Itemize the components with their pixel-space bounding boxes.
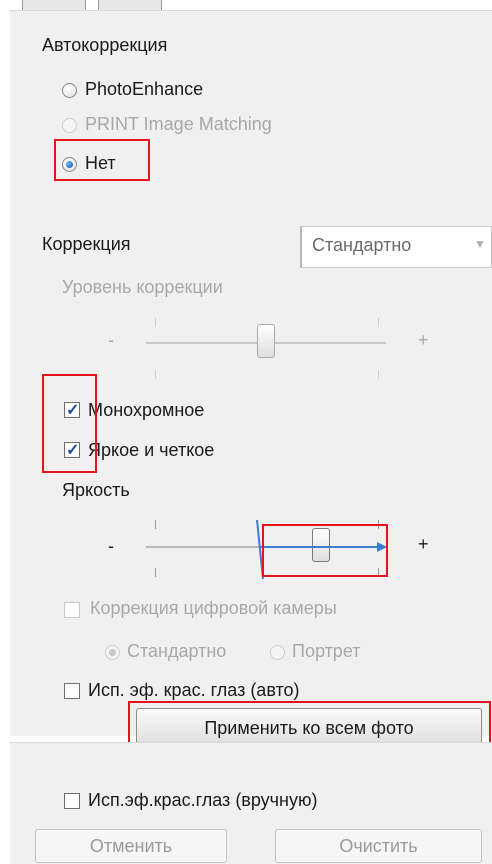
correction-level-slider-thumb[interactable] <box>257 324 275 358</box>
radio-photoenhance[interactable] <box>62 83 77 98</box>
radio-camera-portrait <box>270 645 285 660</box>
radio-camera-standard <box>105 645 120 660</box>
correction-select-value: Стандартно <box>312 235 412 255</box>
correction-level-plus: + <box>418 330 429 350</box>
correction-level-minus: - <box>108 330 114 350</box>
brightness-tick-left-top <box>155 520 156 529</box>
brightness-label: Яркость <box>62 480 130 500</box>
highlight-radio-none <box>54 139 150 181</box>
radio-photoenhance-label[interactable]: PhotoEnhance <box>85 79 203 100</box>
digital-camera-label: Коррекция цифровой камеры <box>90 598 337 618</box>
brightness-plus: + <box>418 534 429 554</box>
chevron-down-icon: ▼ <box>474 237 486 251</box>
autocorrection-heading: Автокоррекция <box>42 35 168 55</box>
cancel-button: Отменить <box>35 829 227 863</box>
radio-camera-portrait-label: Портрет <box>292 641 361 661</box>
highlight-brightness-slider <box>262 524 388 577</box>
level-tick-left-top <box>155 318 156 327</box>
level-tick-right-bottom <box>378 370 379 379</box>
highlight-checkboxes <box>42 374 97 473</box>
level-tick-left-bottom <box>155 370 156 379</box>
monochrome-label[interactable]: Монохромное <box>88 400 204 421</box>
level-tick-right-top <box>378 318 379 327</box>
brightness-tick-left-bottom <box>155 568 156 577</box>
digital-camera-checkbox <box>64 602 80 618</box>
radio-camera-standard-label: Стандартно <box>127 641 227 661</box>
red-eye-auto-checkbox[interactable] <box>64 683 80 699</box>
red-eye-manual-checkbox[interactable] <box>64 793 80 809</box>
radio-print-image-matching-label: PRINT Image Matching <box>85 114 272 134</box>
red-eye-auto-label[interactable]: Исп. эф. крас. глаз (авто) <box>88 680 300 701</box>
red-eye-manual-label[interactable]: Исп.эф.крас.глаз (вручную) <box>88 790 318 811</box>
correction-label: Коррекция <box>42 234 131 254</box>
correction-level-label: Уровень коррекции <box>62 277 223 297</box>
vivid-label[interactable]: Яркое и четкое <box>88 440 214 461</box>
radio-print-image-matching <box>62 118 77 133</box>
correction-select[interactable]: Стандартно ▼ <box>300 226 492 268</box>
brightness-minus: - <box>108 536 114 556</box>
clear-button: Очистить <box>275 829 482 863</box>
